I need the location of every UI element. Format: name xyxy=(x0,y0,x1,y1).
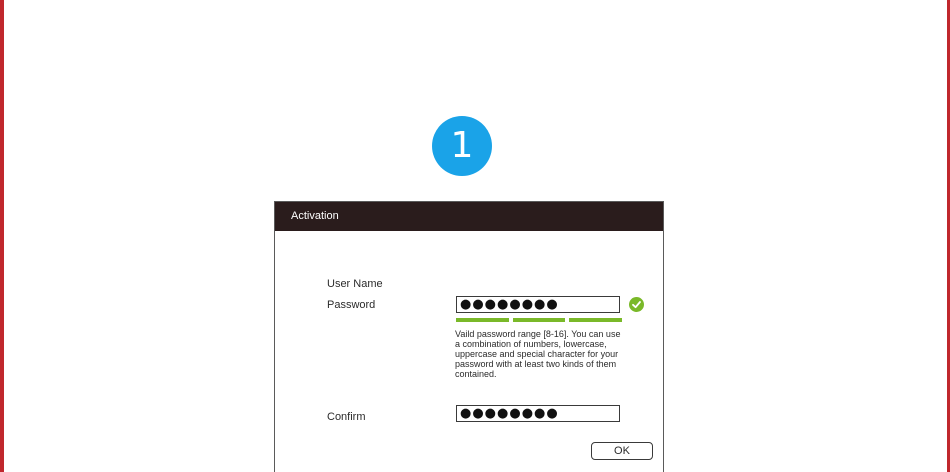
confirm-label: Confirm xyxy=(327,411,366,423)
confirm-password-input[interactable]: ●●●●●●●● xyxy=(456,405,620,422)
strength-segment xyxy=(456,318,509,322)
dialog-title: Activation xyxy=(275,202,663,231)
strength-segment xyxy=(569,318,623,322)
password-hint: Vaild password range [8-16]. You can use… xyxy=(455,329,621,379)
left-frame-border xyxy=(0,0,4,472)
strength-segment xyxy=(512,318,566,322)
password-label: Password xyxy=(327,299,376,311)
page: 1 Activation User Name Password ●●●●●●●●… xyxy=(0,0,950,472)
ok-button[interactable]: OK xyxy=(591,442,653,460)
username-label: User Name xyxy=(327,278,383,290)
step-number-badge: 1 xyxy=(432,116,492,176)
activation-dialog: Activation User Name Password ●●●●●●●● V… xyxy=(274,201,664,472)
password-strength-meter xyxy=(456,318,623,322)
password-input[interactable]: ●●●●●●●● xyxy=(456,296,620,313)
check-circle-icon xyxy=(629,297,644,312)
